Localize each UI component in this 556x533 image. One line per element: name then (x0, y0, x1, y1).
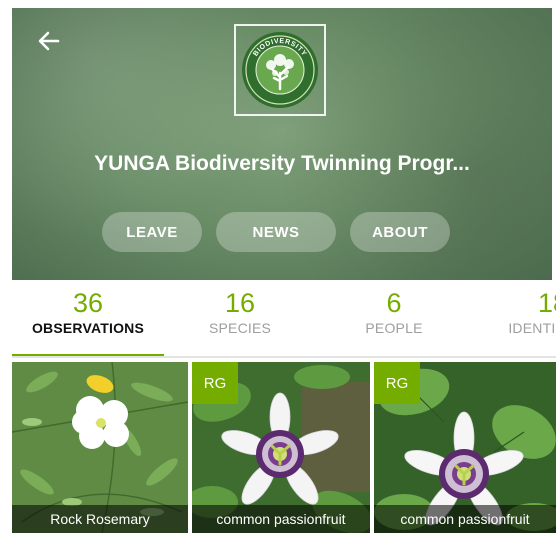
stats-tabs: 36 OBSERVATIONS 16 SPECIES 6 PEOPLE 18 I… (12, 282, 556, 358)
identifiers-label: IDENTIFIERS (508, 320, 556, 336)
observation-name: Rock Rosemary (12, 505, 188, 533)
tab-people[interactable]: 6 PEOPLE (334, 282, 454, 356)
about-button[interactable]: ABOUT (350, 212, 450, 252)
observations-count: 36 (72, 288, 104, 318)
observation-tile[interactable]: RG common passionfruit (192, 362, 370, 533)
project-header: BIODIVERSITY YUNGA Biodiversity Twinning… (12, 8, 552, 280)
research-grade-badge: RG (374, 362, 420, 404)
tab-observations[interactable]: 36 OBSERVATIONS (12, 282, 164, 356)
back-button[interactable] (34, 26, 64, 56)
observation-tile[interactable]: Rock Rosemary (12, 362, 188, 533)
tab-species[interactable]: 16 SPECIES (180, 282, 300, 356)
news-button[interactable]: NEWS (216, 212, 336, 252)
species-count: 16 (224, 288, 256, 318)
biodiversity-logo-icon: BIODIVERSITY (242, 32, 318, 108)
project-actions: LEAVE NEWS ABOUT (12, 212, 552, 252)
observation-name: common passionfruit (192, 505, 370, 533)
observation-tile[interactable]: RG common passionfruit (374, 362, 556, 533)
tabs-divider (12, 356, 556, 358)
leave-button[interactable]: LEAVE (102, 212, 202, 252)
arrow-left-icon (38, 31, 60, 51)
project-title: YUNGA Biodiversity Twinning Progr... (94, 152, 470, 175)
project-logo: BIODIVERSITY (234, 24, 326, 116)
people-count: 6 (386, 288, 402, 318)
observation-name: common passionfruit (374, 505, 556, 533)
research-grade-badge: RG (192, 362, 238, 404)
tab-identifiers[interactable]: 18 IDENTIFIERS (488, 282, 556, 356)
people-label: PEOPLE (365, 320, 423, 336)
observation-grid: Rock Rosemary RG common passionfruit RG … (12, 362, 556, 533)
species-label: SPECIES (208, 320, 272, 336)
observations-label: OBSERVATIONS (31, 320, 145, 336)
identifiers-count: 18 (537, 288, 556, 318)
